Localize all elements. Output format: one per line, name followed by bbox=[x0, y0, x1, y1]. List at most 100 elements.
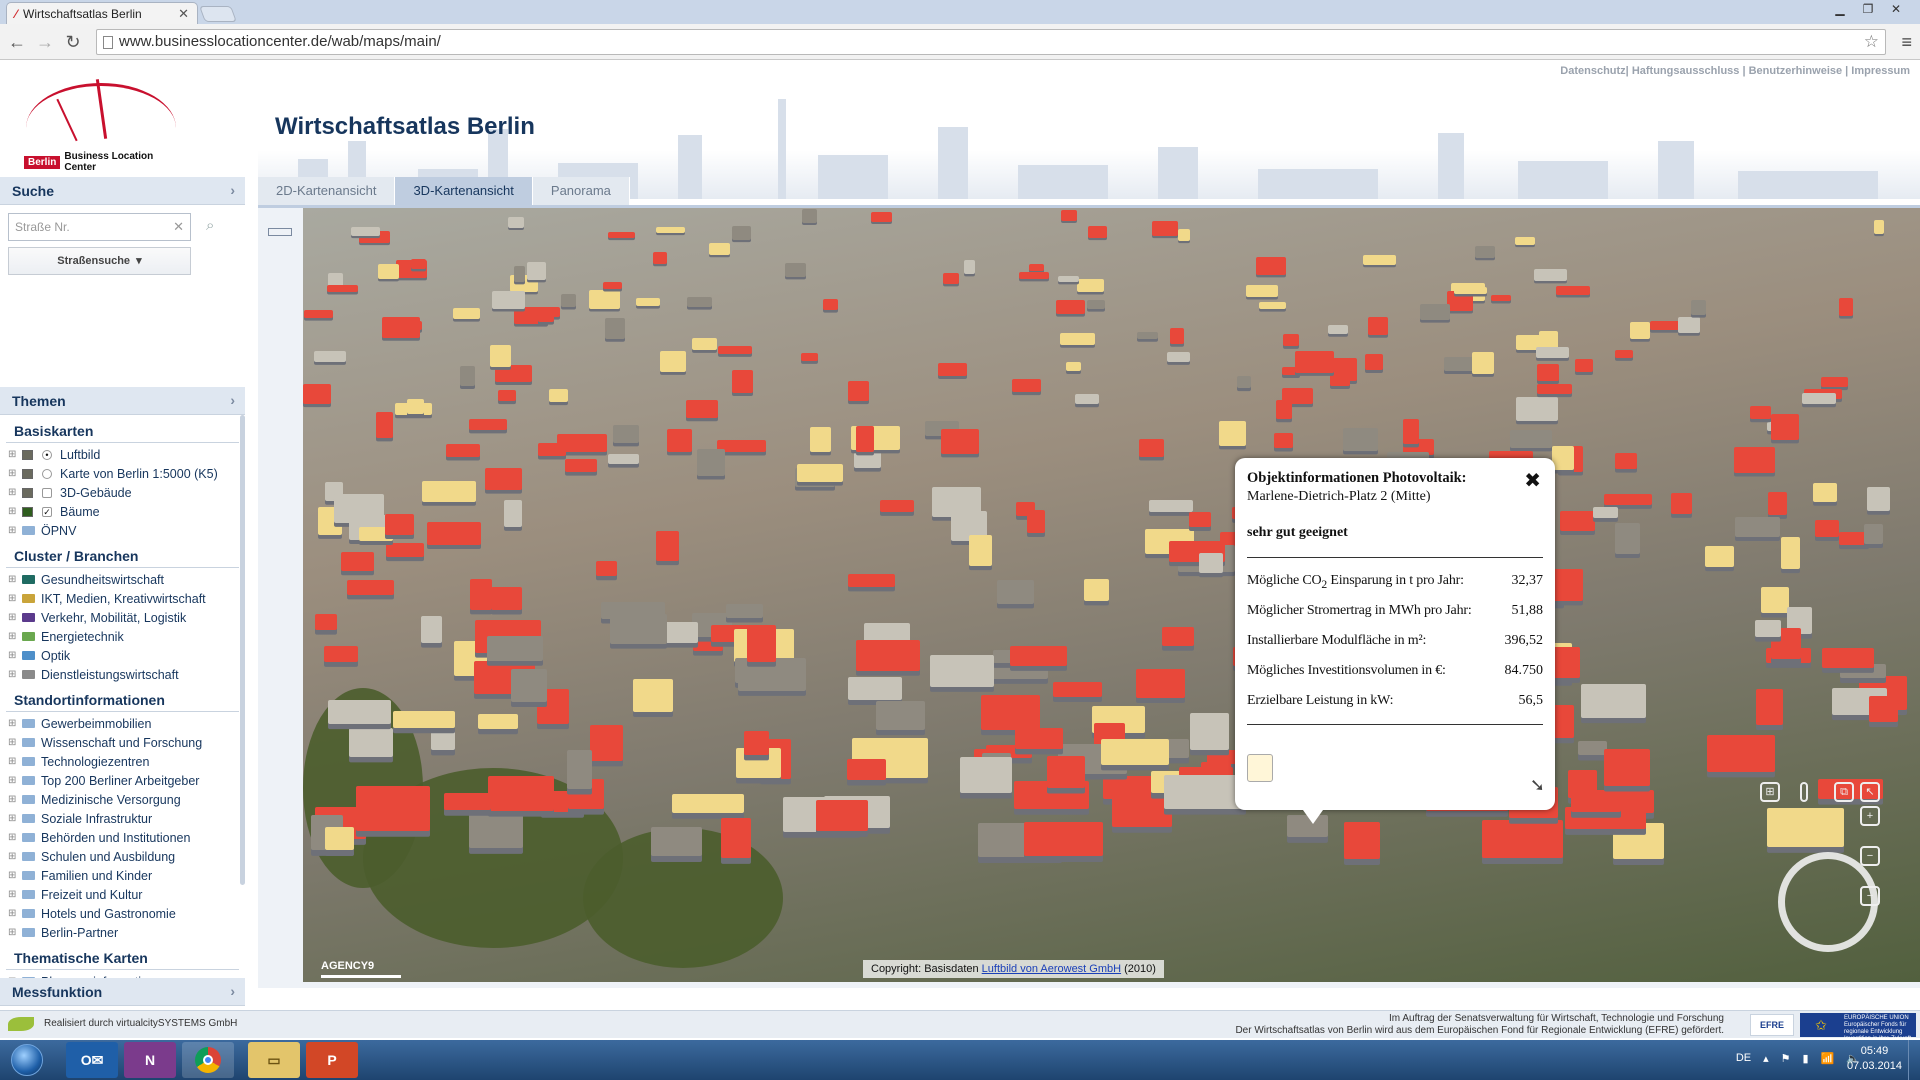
expand-icon[interactable]: ⊞ bbox=[8, 813, 18, 824]
expand-icon[interactable]: ⊞ bbox=[8, 487, 18, 498]
layer-item[interactable]: ⊞ Familien und Kinder bbox=[6, 866, 239, 885]
document-icon[interactable] bbox=[1247, 754, 1273, 782]
address-bar[interactable]: www.businesslocationcenter.de/wab/maps/m… bbox=[96, 29, 1886, 55]
start-button[interactable] bbox=[4, 1040, 50, 1080]
new-tab-button[interactable] bbox=[199, 6, 237, 22]
signal-icon[interactable]: 📶 bbox=[1821, 1052, 1835, 1065]
tab-map-view[interactable]: 2D-Kartenansicht bbox=[258, 177, 396, 205]
tray-expand-icon[interactable]: ▴ bbox=[1763, 1052, 1769, 1065]
layer-item[interactable]: ⊞ Behörden und Institutionen bbox=[6, 828, 239, 847]
slider-icon[interactable] bbox=[1800, 782, 1808, 802]
expand-icon[interactable]: ⊞ bbox=[8, 889, 18, 900]
layer-item[interactable]: ⊞ Berlin-Partner bbox=[6, 923, 239, 942]
powerpoint-taskbar-icon[interactable]: P bbox=[306, 1042, 358, 1078]
expand-icon[interactable]: ⊞ bbox=[8, 506, 18, 517]
layer-item[interactable]: ⊞ ✓ Bäume bbox=[6, 502, 239, 521]
layer-item[interactable]: ⊞ Optik bbox=[6, 646, 239, 665]
browser-tab[interactable]: ⁄ Wirtschaftsatlas Berlin ✕ bbox=[6, 2, 198, 24]
clear-icon[interactable]: ✕ bbox=[173, 214, 184, 240]
layer-item[interactable]: ⊞ Gesundheitswirtschaft bbox=[6, 570, 239, 589]
ruler-icon[interactable] bbox=[268, 228, 292, 236]
expand-icon[interactable]: ⊞ bbox=[8, 669, 18, 680]
minimize-window-button[interactable]: ▁ bbox=[1826, 0, 1854, 18]
search-icon[interactable]: ⌕ bbox=[206, 217, 214, 234]
layer-item[interactable]: ⊞ Technologiezentren bbox=[6, 752, 239, 771]
expand-icon[interactable]: ⊞ bbox=[8, 612, 18, 623]
tab-map-view[interactable]: Panorama bbox=[532, 177, 630, 205]
layer-item[interactable]: ⊞ Wissenschaft und Forschung bbox=[6, 733, 239, 752]
flag-icon[interactable]: ⚑ bbox=[1781, 1052, 1791, 1065]
layer-item[interactable]: ⊞ Soziale Infrastruktur bbox=[6, 809, 239, 828]
layer-checkbox[interactable] bbox=[42, 487, 52, 498]
layer-item[interactable]: ⊞ Freizeit und Kultur bbox=[6, 885, 239, 904]
layer-checkbox[interactable]: ✓ bbox=[42, 506, 52, 517]
expand-icon[interactable]: ⊞ bbox=[8, 593, 18, 604]
layer-item[interactable]: ⊞ ÖPNV bbox=[6, 521, 239, 540]
onenote-taskbar-icon[interactable]: N bbox=[124, 1042, 176, 1078]
layer-item[interactable]: ⊞ IKT, Medien, Kreativwirtschaft bbox=[6, 589, 239, 608]
expand-icon[interactable]: ⊞ bbox=[8, 718, 18, 729]
explorer-taskbar-icon[interactable]: ▭ bbox=[248, 1042, 300, 1078]
layer-item[interactable]: ⊞ Top 200 Berliner Arbeitgeber bbox=[6, 771, 239, 790]
close-tab-icon[interactable]: ✕ bbox=[178, 6, 189, 22]
expand-icon[interactable]: ⊞ bbox=[8, 927, 18, 938]
expand-icon[interactable]: ⊞ bbox=[8, 574, 18, 585]
grid-view-icon[interactable]: ⊞ bbox=[1760, 782, 1780, 802]
expand-icon[interactable]: ⊞ bbox=[8, 468, 18, 479]
maximize-window-button[interactable]: ❐ bbox=[1854, 0, 1882, 18]
layer-item[interactable]: ⊞ • Luftbild bbox=[6, 445, 239, 464]
outlook-taskbar-icon[interactable]: O✉ bbox=[66, 1042, 118, 1078]
layer-item[interactable]: ⊞ Karte von Berlin 1:5000 (K5) bbox=[6, 464, 239, 483]
back-arrow-icon[interactable]: ← bbox=[6, 31, 28, 53]
pointer-tool-icon[interactable]: ↖ bbox=[1860, 782, 1880, 802]
expand-icon[interactable]: ⊞ bbox=[8, 756, 18, 767]
layer-item[interactable]: ⊞ 3D-Gebäude bbox=[6, 483, 239, 502]
layer-radio[interactable]: • bbox=[42, 449, 52, 460]
network-icon[interactable]: ▮ bbox=[1803, 1052, 1809, 1065]
berlin-logo[interactable]: Berlin Business Location Center bbox=[22, 77, 182, 173]
expand-icon[interactable]: ⊞ bbox=[8, 851, 18, 862]
close-icon[interactable]: ✖ bbox=[1524, 468, 1541, 492]
expand-icon[interactable]: ⊞ bbox=[8, 832, 18, 843]
layer-item[interactable]: ⊞ Schulen und Ausbildung bbox=[6, 847, 239, 866]
legal-links[interactable]: Datenschutz| Haftungsausschluss | Benutz… bbox=[1560, 65, 1910, 77]
expand-icon[interactable]: ⊞ bbox=[8, 775, 18, 786]
compass-icon[interactable] bbox=[1778, 852, 1878, 952]
chrome-taskbar-icon[interactable] bbox=[182, 1042, 234, 1078]
taskbar-clock[interactable]: 05:49 07.03.2014 bbox=[1847, 1044, 1902, 1074]
map-3d-view[interactable]: Objektinformationen Photovoltaik: Marlen… bbox=[303, 208, 1920, 982]
expand-icon[interactable]: ⊞ bbox=[8, 650, 18, 661]
layer-radio[interactable] bbox=[42, 468, 52, 479]
tab-map-view[interactable]: 3D-Kartenansicht bbox=[395, 177, 533, 205]
expand-icon[interactable]: ⊞ bbox=[8, 737, 18, 748]
expand-icon[interactable]: ⊞ bbox=[8, 908, 18, 919]
search-panel-header[interactable]: Suche › bbox=[0, 177, 245, 205]
layer-item[interactable]: ⊞ Hotels und Gastronomie bbox=[6, 904, 239, 923]
search-mode-dropdown[interactable]: Straßensuche ▾ bbox=[8, 247, 191, 275]
street-search-input[interactable]: Straße Nr. ✕ bbox=[8, 213, 191, 241]
expand-icon[interactable]: ⊞ bbox=[8, 794, 18, 805]
themes-panel-header[interactable]: Themen › bbox=[0, 387, 245, 415]
sidebar-scrollbar[interactable] bbox=[240, 415, 245, 885]
expand-icon[interactable]: ⊞ bbox=[8, 870, 18, 881]
close-window-button[interactable]: ✕ bbox=[1882, 0, 1910, 18]
forward-arrow-icon[interactable]: → bbox=[34, 31, 56, 53]
expand-icon[interactable]: ⊞ bbox=[8, 631, 18, 642]
bookmark-star-icon[interactable]: ☆ bbox=[1864, 30, 1879, 54]
layer-item[interactable]: ⊞ Energietechnik bbox=[6, 627, 239, 646]
zoom-slider-icon[interactable]: − bbox=[1860, 846, 1880, 866]
expand-icon[interactable]: ⊞ bbox=[8, 525, 18, 536]
layers-icon[interactable]: ⧉ bbox=[1834, 782, 1854, 802]
layer-item[interactable]: ⊞ Medizinische Versorgung bbox=[6, 790, 239, 809]
aerowest-link[interactable]: Luftbild von Aerowest GmbH bbox=[982, 963, 1121, 975]
show-desktop-button[interactable] bbox=[1908, 1040, 1920, 1080]
layer-item[interactable]: ⊞ Gewerbeimmobilien bbox=[6, 714, 239, 733]
measure-panel-header[interactable]: Messfunktion › bbox=[0, 978, 245, 1006]
language-indicator[interactable]: DE bbox=[1736, 1052, 1751, 1065]
zoom-in-icon[interactable]: + bbox=[1860, 806, 1880, 826]
reload-icon[interactable]: ↻ bbox=[62, 31, 84, 53]
expand-icon[interactable]: ⊞ bbox=[8, 449, 18, 460]
layer-item[interactable]: ⊞ Dienstleistungswirtschaft bbox=[6, 665, 239, 684]
browser-menu-icon[interactable]: ≡ bbox=[1901, 32, 1912, 53]
layer-item[interactable]: ⊞ Verkehr, Mobilität, Logistik bbox=[6, 608, 239, 627]
